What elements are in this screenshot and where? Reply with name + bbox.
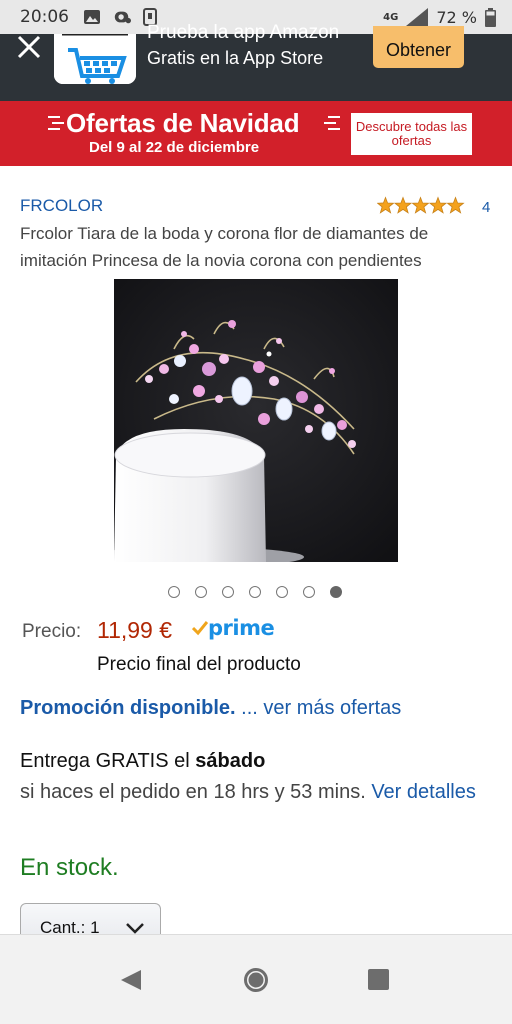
see-details-link[interactable]: Ver detalles xyxy=(371,781,476,803)
product-image[interactable] xyxy=(114,279,398,562)
price-label: Precio: xyxy=(22,621,82,642)
sync-icon xyxy=(114,11,131,24)
amazon-app-logo xyxy=(54,34,136,84)
chevron-down-icon xyxy=(126,923,144,934)
prime-badge: prime xyxy=(192,616,275,640)
system-nav-bar xyxy=(0,934,512,1024)
status-time: 20:06 xyxy=(20,7,69,27)
pagination-dot[interactable] xyxy=(276,586,288,598)
battery-icon xyxy=(485,7,496,27)
more-offers-link[interactable]: ... ver más ofertas xyxy=(241,697,401,719)
banner-title: Prueba la app Amazon xyxy=(147,22,340,43)
delivery-countdown: si haces el pedido en 18 hrs y 53 mins. xyxy=(20,781,372,803)
promotion-link[interactable]: Promoción disponible. ... ver más oferta… xyxy=(20,697,401,720)
delivery-prefix: Entrega GRATIS el xyxy=(20,750,196,772)
pagination-dot[interactable] xyxy=(222,586,234,598)
network-type: 4G xyxy=(383,11,399,23)
get-app-button[interactable]: Obtener xyxy=(373,26,464,68)
stock-status: En stock. xyxy=(20,854,119,881)
delivery-day: sábado xyxy=(195,750,266,772)
image-pagination[interactable] xyxy=(168,586,342,598)
promo-dates: Del 9 al 22 de diciembre xyxy=(89,139,260,156)
delivery-info: Entrega GRATIS el sábado xyxy=(20,750,265,773)
pagination-dot[interactable] xyxy=(195,586,207,598)
recents-icon[interactable] xyxy=(368,969,389,990)
battery-text: 72 % xyxy=(436,7,477,27)
pagination-dot[interactable] xyxy=(249,586,261,598)
app-install-banner: Prueba la app Amazon Gratis en la App St… xyxy=(0,22,512,101)
pagination-dot[interactable] xyxy=(303,586,315,598)
brand-link[interactable]: FRCOLOR xyxy=(20,196,103,216)
christmas-deals-banner[interactable]: Ofertas de Navidad Del 9 al 22 de diciem… xyxy=(0,101,512,166)
dash-decoration-icon xyxy=(324,116,340,130)
banner-subtitle: Gratis en la App Store xyxy=(147,48,324,68)
pagination-dot-active[interactable] xyxy=(330,586,342,598)
product-title: Frcolor Tiara de la boda y corona flor d… xyxy=(20,224,429,270)
delivery-detail: si haces el pedido en 18 hrs y 53 mins. … xyxy=(20,778,490,806)
close-icon[interactable] xyxy=(14,32,44,62)
status-right: 4G 72 % xyxy=(383,7,496,27)
discover-deals-button[interactable]: Descubre todas las ofertas xyxy=(351,113,472,155)
home-icon[interactable] xyxy=(243,967,269,993)
promotion-label[interactable]: Promoción disponible. xyxy=(20,697,236,719)
rating-stars-icon[interactable] xyxy=(377,196,465,214)
checkmark-icon xyxy=(192,621,208,636)
signal-icon xyxy=(406,8,429,26)
prime-label: prime xyxy=(208,616,275,640)
pagination-dot[interactable] xyxy=(168,586,180,598)
price-note: Precio final del producto xyxy=(97,654,301,675)
back-icon[interactable] xyxy=(119,968,143,992)
image-icon xyxy=(84,10,100,24)
price-value: 11,99 € xyxy=(97,617,173,643)
rating-count[interactable]: 4 xyxy=(482,199,490,216)
promo-title: Ofertas de Navidad xyxy=(66,108,300,138)
dash-decoration-icon xyxy=(48,116,64,130)
